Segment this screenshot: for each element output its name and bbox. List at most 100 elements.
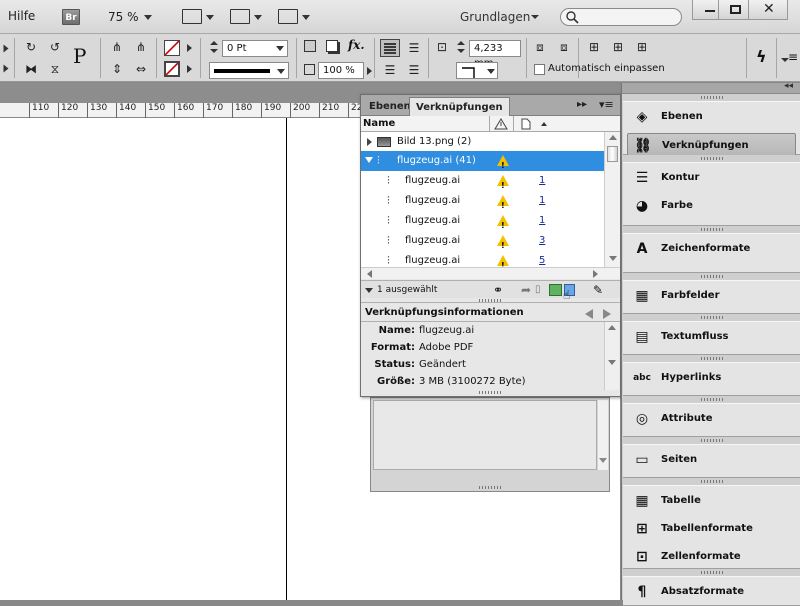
list-item[interactable]: Bild 13.png (2) (361, 132, 604, 152)
fill-frame-icon[interactable]: ⊞ (610, 40, 626, 54)
list-item[interactable]: ⫶ flugzeug.ai 1 (361, 211, 604, 236)
zoom-level[interactable]: 75 % (108, 10, 139, 24)
dock-item-table[interactable]: ▦ Tabelle (627, 489, 796, 513)
expand-icon[interactable] (367, 138, 372, 146)
zoom-dropdown-icon[interactable] (144, 15, 152, 20)
modified-warning-icon[interactable] (497, 195, 509, 216)
workspace-switcher[interactable]: Grundlagen (460, 10, 530, 24)
list-item[interactable]: ⫶ flugzeug.ai (41) (361, 151, 604, 176)
scroll-up-icon[interactable] (609, 135, 617, 140)
dock-item-pages[interactable]: ▭ Seiten (627, 448, 796, 472)
auto-fit-checkbox[interactable] (534, 64, 545, 75)
fill-menu-icon[interactable] (187, 44, 192, 52)
list-item[interactable]: ⫶ flugzeug.ai 3 (361, 231, 604, 256)
edit-pencil-icon[interactable]: ✎ (593, 281, 603, 299)
modified-warning-icon[interactable] (497, 175, 509, 196)
sort-ascending-icon[interactable] (541, 122, 547, 126)
links-horizontal-scrollbar[interactable] (361, 267, 620, 279)
center-content-icon[interactable]: ⊞ (586, 40, 602, 54)
links-vertical-scrollbar[interactable] (604, 132, 620, 267)
panel-menu-icon[interactable]: ▾≡ (599, 98, 614, 111)
view-options-icon[interactable] (182, 9, 202, 24)
list-item[interactable]: ⫶ flugzeug.ai 1 (361, 191, 604, 216)
menu-help[interactable]: Hilfe (8, 9, 35, 23)
select-next-icon[interactable]: ⇔ (134, 62, 148, 76)
dock-item-stroke[interactable]: ☰ Kontur (627, 166, 796, 190)
info-scrollbar[interactable] (604, 322, 619, 390)
collapse-panel-icon[interactable]: ▸▸ (577, 99, 587, 110)
align-center-icon[interactable]: ☰ (406, 41, 422, 55)
scroll-thumb[interactable] (607, 146, 618, 162)
scroll-down-icon[interactable] (609, 256, 617, 261)
opacity-menu-icon[interactable] (367, 67, 372, 75)
modified-warning-icon[interactable] (497, 255, 509, 267)
modified-warning-icon[interactable] (497, 235, 509, 256)
workspace-dropdown-icon[interactable] (531, 15, 539, 19)
page-number-link[interactable]: 3 (539, 231, 545, 251)
scroll-down-icon[interactable] (599, 458, 607, 463)
dock-group-handle[interactable] (623, 396, 800, 403)
scroll-up-icon[interactable] (608, 325, 616, 330)
stroke-weight-stepper[interactable] (209, 40, 219, 56)
dock-group-handle[interactable] (623, 273, 800, 280)
dock-group-handle[interactable] (623, 355, 800, 362)
arrange-dropdown-icon[interactable] (302, 15, 310, 20)
fit-proportionally-icon[interactable]: ⊞ (634, 40, 650, 54)
page-number-link[interactable]: 1 (539, 171, 545, 191)
collapse-icon[interactable] (365, 157, 373, 163)
page-column-icon[interactable] (521, 118, 531, 130)
tab-links[interactable]: Verknüpfungen (409, 97, 510, 116)
control-panel-menu-lines[interactable]: ≡ (788, 50, 798, 64)
dock-item-text-wrap[interactable]: ▤ Textumfluss (627, 325, 796, 349)
stroke-weight-dropdown-icon[interactable] (276, 46, 284, 51)
fit-content-to-frame-icon[interactable]: ⧈ (556, 40, 572, 54)
modified-warning-icon[interactable] (497, 215, 509, 236)
rotate-cw-icon[interactable]: ↻ (24, 40, 38, 54)
view-options-dropdown-icon[interactable] (206, 15, 214, 20)
flip-horizontal-icon[interactable]: ⧓ (24, 62, 38, 76)
column-name-header[interactable]: Name (363, 118, 395, 129)
dock-item-layers[interactable]: ◈ Ebenen (627, 105, 796, 129)
show-info-toggle-icon[interactable] (365, 288, 373, 293)
screen-mode-dropdown-icon[interactable] (254, 15, 262, 20)
spacing-stepper[interactable] (456, 40, 466, 56)
stroke-type-select[interactable] (209, 62, 289, 79)
bridge-button[interactable]: Br (62, 9, 80, 25)
select-content-icon[interactable]: ⋔ (134, 40, 148, 54)
links-list[interactable]: Bild 13.png (2) ⫶ flugzeug.ai (41) ⫶ flu… (361, 132, 604, 267)
page-number-link[interactable]: 1 (539, 191, 545, 211)
scroll-left-icon[interactable] (367, 270, 372, 278)
select-container-icon[interactable]: ⋔ (110, 40, 124, 54)
select-previous-icon[interactable]: ⇕ (110, 62, 124, 76)
dock-item-cell-styles[interactable]: ⊡ Zellenformate (627, 545, 796, 569)
background-panel-scrollbar[interactable] (598, 400, 608, 470)
dock-item-swatches[interactable]: ▦ Farbfelder (627, 284, 796, 308)
dock-group-handle[interactable] (623, 569, 800, 576)
dock-item-paragraph-styles[interactable]: ¶ Absatzformate (627, 580, 796, 604)
opacity-field[interactable]: 100 % (318, 62, 364, 79)
dock-item-table-styles[interactable]: ⊞ Tabellenformate (627, 517, 796, 541)
drop-shadow-icon[interactable] (304, 40, 316, 52)
help-search-input[interactable] (560, 8, 682, 26)
scroll-right-icon[interactable] (593, 270, 598, 278)
stroke-swatch[interactable] (164, 61, 180, 77)
panel-bottom-grip[interactable] (479, 391, 501, 394)
dock-item-color-palette[interactable]: ◕ Farbe (627, 194, 796, 218)
rotate-ccw-icon[interactable]: ↺ (48, 40, 62, 54)
modified-warning-icon[interactable] (497, 155, 509, 176)
dock-group-handle[interactable] (623, 437, 800, 444)
dock-top-strip[interactable]: ◂◂ (622, 81, 800, 94)
arrange-documents-icon[interactable] (278, 9, 298, 24)
dock-item-attributes[interactable]: ◎ Attribute (627, 407, 796, 431)
shadow-icon[interactable] (326, 40, 338, 52)
page-number-link[interactable]: 1 (539, 211, 545, 231)
paragraph-icon[interactable]: P (73, 44, 86, 68)
dock-item-hyperlinks[interactable]: abc Hyperlinks (627, 366, 796, 390)
status-column-icon[interactable] (494, 118, 508, 130)
resize-grip[interactable] (479, 486, 501, 489)
dock-group-handle[interactable] (623, 314, 800, 321)
scroll-down-icon[interactable] (608, 360, 616, 365)
flip-vertical-icon[interactable]: ⧖ (48, 62, 62, 76)
relink-icon[interactable]: ⚭ (493, 281, 503, 299)
screen-mode-icon[interactable] (230, 9, 250, 24)
